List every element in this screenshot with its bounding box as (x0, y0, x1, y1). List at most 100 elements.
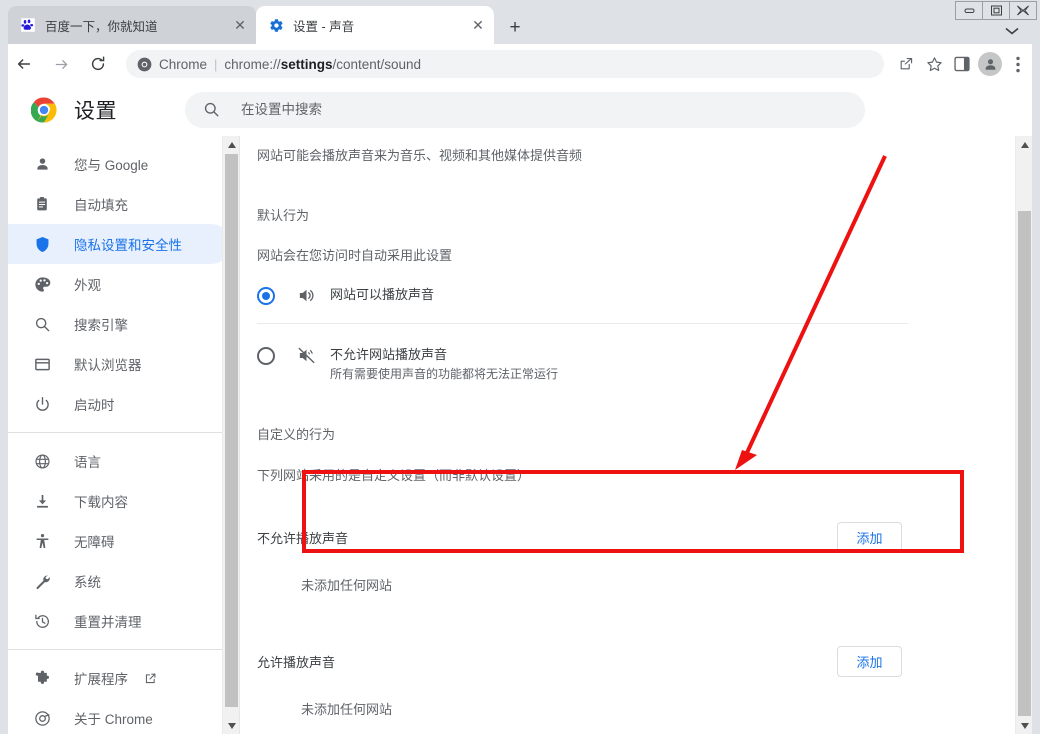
url-domain: settings (280, 56, 333, 72)
power-icon (32, 394, 52, 414)
sidebar-item-label: 隐私设置和安全性 (74, 238, 182, 253)
default-behavior-subtitle: 网站会在您访问时自动采用此设置 (257, 248, 453, 263)
sidebar-item-label: 关于 Chrome (74, 712, 153, 727)
sidebar-scroll-thumb[interactable] (225, 154, 238, 707)
search-input[interactable] (241, 102, 849, 117)
profile-avatar-icon[interactable] (976, 50, 1004, 78)
sidebar-item-privacy-and-security[interactable]: 隐私设置和安全性 (8, 224, 231, 264)
sidebar-divider (8, 432, 239, 433)
window-frame-left (0, 0, 8, 741)
new-tab-button[interactable]: + (502, 14, 528, 40)
person-icon (32, 154, 52, 174)
radio-button-selected[interactable] (257, 287, 275, 305)
sidebar-item-label: 您与 Google (74, 158, 149, 173)
radio-label: 网站可以播放声音 (330, 287, 435, 302)
toolbar-actions (892, 50, 1032, 78)
bookmark-star-icon[interactable] (920, 50, 948, 78)
permission-group-block: 不允许播放声音 添加 未添加任何网站 (257, 515, 902, 594)
settings-header: 设置 (8, 84, 1032, 136)
accessibility-icon (32, 531, 52, 551)
sidebar-item-system[interactable]: 系统 (8, 561, 231, 601)
chevron-down-icon[interactable] (1002, 22, 1022, 40)
permission-empty-text: 未添加任何网站 (301, 578, 393, 593)
sidebar-item-label: 重置并清理 (74, 615, 142, 630)
tab-baidu[interactable]: 百度一下，你就知道 ✕ (8, 6, 256, 44)
permission-group-header: 允许播放声音 添加 (257, 639, 902, 683)
arrow-left-icon[interactable] (10, 50, 38, 78)
sidebar-item-search-engine[interactable]: 搜索引擎 (8, 304, 231, 344)
sidebar-item-appearance[interactable]: 外观 (8, 264, 231, 304)
sidebar-item-label: 扩展程序 (74, 672, 128, 687)
add-button-block[interactable]: 添加 (837, 521, 902, 553)
tab-settings[interactable]: 设置 - 声音 ✕ (256, 6, 494, 44)
settings-search-box[interactable] (185, 91, 865, 128)
scroll-down-arrow-icon[interactable] (223, 717, 239, 734)
sidebar-item-label: 语言 (74, 455, 101, 470)
wrench-icon (32, 571, 52, 591)
volume-on-icon (296, 285, 316, 305)
sidebar-item-label: 自动填充 (74, 198, 128, 213)
radio-button-unselected[interactable] (257, 347, 275, 365)
clipboard-icon (32, 194, 52, 214)
sidebar-item-on-startup[interactable]: 启动时 (8, 384, 231, 424)
sidebar-item-reset-and-cleanup[interactable]: 重置并清理 (8, 601, 231, 641)
reload-icon[interactable] (84, 50, 112, 78)
browser-window: 百度一下，你就知道 ✕ 设置 - 声音 ✕ + Chrome | chrome:… (0, 0, 1040, 741)
settings-sidebar: 您与 Google 自动填充 隐私设置和安全性 外观 搜索引擎 默认浏览器 启动… (8, 136, 239, 734)
sidebar-item-downloads[interactable]: 下载内容 (8, 481, 231, 521)
avatar (978, 52, 1002, 76)
close-icon[interactable]: ✕ (230, 15, 250, 35)
globe-icon (32, 451, 52, 471)
sidebar-item-you-and-google[interactable]: 您与 Google (8, 144, 231, 184)
radio-text-group: 不允许网站播放声音 所有需要使用声音的功能都将无法正常运行 (330, 346, 558, 382)
close-icon[interactable]: ✕ (468, 15, 488, 35)
default-behavior-title: 默认行为 (257, 208, 310, 223)
chrome-logo-icon (136, 56, 152, 72)
scroll-up-arrow-icon[interactable] (1016, 136, 1032, 153)
scroll-up-arrow-icon[interactable] (223, 136, 239, 153)
permission-group-label: 不允许播放声音 (257, 530, 349, 546)
custom-behavior-title: 自定义的行为 (257, 427, 336, 442)
shield-icon (32, 234, 52, 254)
radio-allow-sound[interactable]: 网站可以播放声音 (257, 286, 908, 324)
settings-body: 您与 Google 自动填充 隐私设置和安全性 外观 搜索引擎 默认浏览器 启动… (8, 136, 1032, 734)
sidebar-item-accessibility[interactable]: 无障碍 (8, 521, 231, 561)
side-panel-icon[interactable] (948, 50, 976, 78)
sidebar-item-label: 外观 (74, 278, 101, 293)
scroll-down-arrow-icon[interactable] (1016, 717, 1032, 734)
sidebar-item-label: 启动时 (74, 398, 115, 413)
radio-text-group: 网站可以播放声音 (330, 286, 434, 303)
address-bar[interactable]: Chrome | chrome://settings/content/sound (126, 50, 884, 78)
sidebar-item-label: 无障碍 (74, 535, 115, 550)
sidebar-scrollbar[interactable] (222, 136, 239, 734)
content-scrollbar[interactable] (1015, 136, 1032, 734)
external-link-icon (142, 670, 158, 686)
sidebar-item-languages[interactable]: 语言 (8, 441, 231, 481)
tab-title: 百度一下，你就知道 (45, 19, 158, 34)
minimize-button[interactable] (955, 1, 983, 20)
baidu-paw-icon (20, 17, 36, 33)
sidebar-item-extensions[interactable]: 扩展程序 (8, 658, 231, 698)
sidebar-item-label: 默认浏览器 (74, 358, 142, 373)
restore-history-icon (32, 611, 52, 631)
settings-gear-icon (268, 17, 284, 33)
browser-toolbar: Chrome | chrome://settings/content/sound (0, 44, 1040, 84)
share-icon[interactable] (892, 50, 920, 78)
sidebar-item-about-chrome[interactable]: 关于 Chrome (8, 698, 231, 734)
window-frame-bottom (0, 734, 1040, 741)
arrow-right-icon (47, 50, 75, 78)
three-dot-menu-icon[interactable] (1004, 50, 1032, 78)
add-button-allow[interactable]: 添加 (837, 645, 902, 677)
palette-icon (32, 274, 52, 294)
sidebar-item-default-browser[interactable]: 默认浏览器 (8, 344, 231, 384)
puzzle-icon (32, 668, 52, 688)
sidebar-item-label: 系统 (74, 575, 101, 590)
radio-block-sound[interactable]: 不允许网站播放声音 所有需要使用声音的功能都将无法正常运行 (257, 346, 908, 382)
maximize-button[interactable] (982, 1, 1010, 20)
close-button[interactable] (1009, 1, 1037, 20)
window-controls (955, 1, 1037, 20)
tab-title: 设置 - 声音 (293, 19, 355, 34)
sidebar-item-autofill[interactable]: 自动填充 (8, 184, 231, 224)
content-scroll-thumb[interactable] (1018, 211, 1031, 716)
omnibox-scheme-label: Chrome (159, 56, 208, 72)
